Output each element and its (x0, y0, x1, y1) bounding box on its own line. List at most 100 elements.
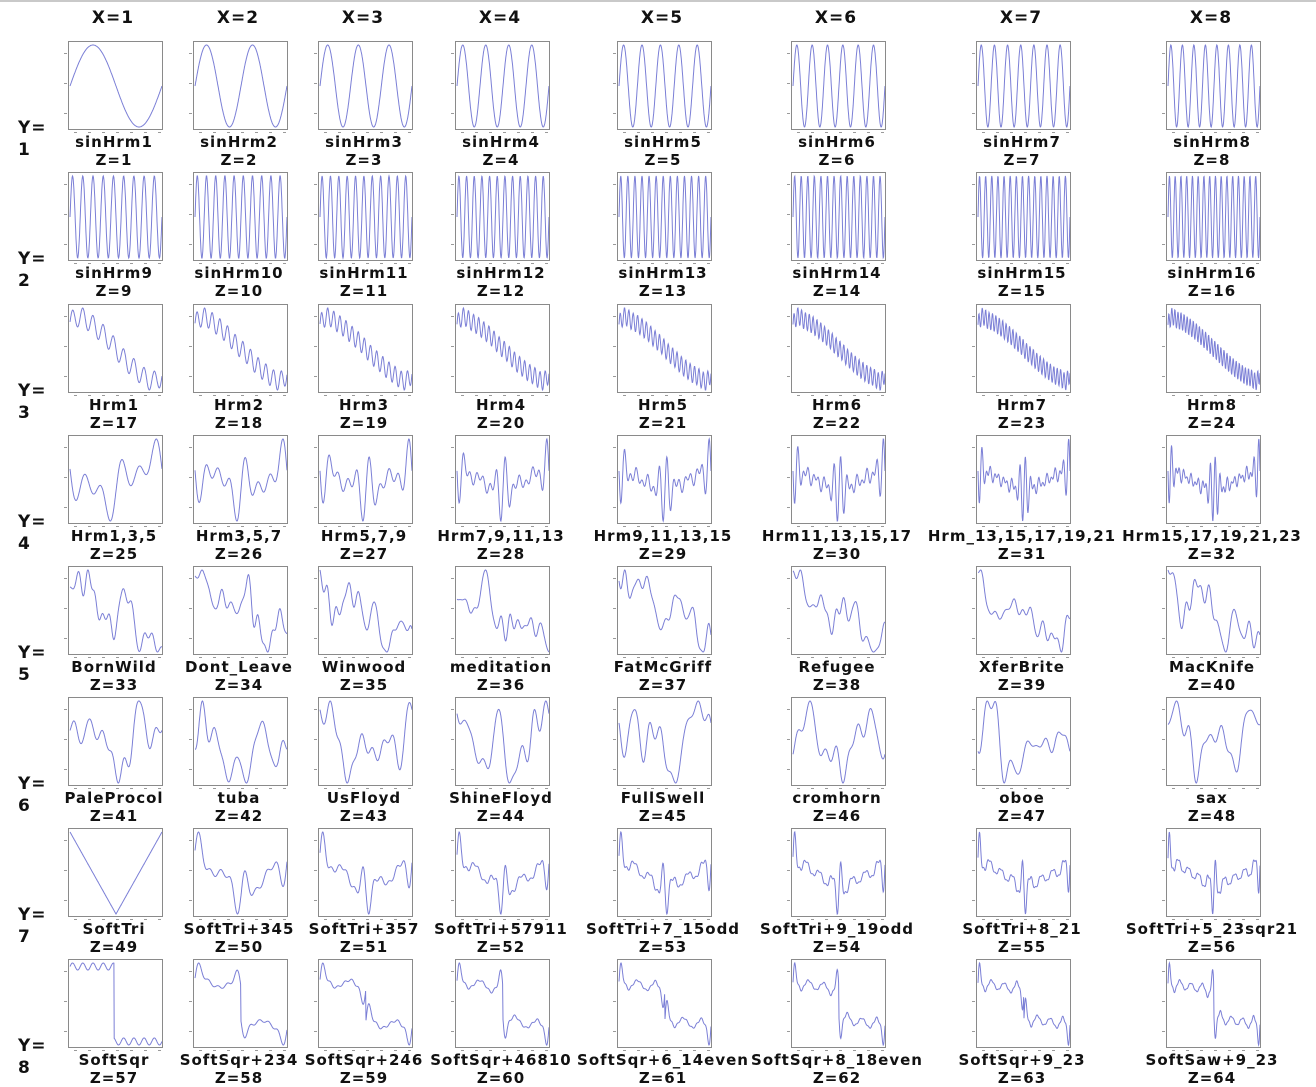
panel-z-value: Z=5 (644, 151, 682, 169)
waveform-line (618, 962, 711, 1046)
waveform-line (69, 174, 162, 260)
waveform-svg (456, 437, 549, 523)
panel-name: sinHrm4 (462, 133, 540, 151)
waveform-line (456, 962, 549, 1046)
waveform-line (194, 175, 287, 259)
panel-z-value: Z=36 (476, 676, 526, 694)
axis-tick (612, 1001, 616, 1002)
waveform-svg (456, 962, 549, 1046)
axis-tick (612, 840, 616, 841)
waveform-line (456, 831, 549, 915)
waveform-svg (69, 831, 162, 915)
waveform-svg (1167, 438, 1260, 522)
axis-tick (450, 709, 454, 710)
row-header-label: Y= (18, 118, 47, 138)
axis-tick (1161, 376, 1165, 377)
panel-name: BornWild (71, 658, 157, 676)
axis-tick (450, 971, 454, 972)
waveform-plot (616, 435, 712, 524)
panel-name: Hrm8 (1186, 396, 1238, 414)
axis-tick (63, 578, 67, 579)
axis-tick (1161, 709, 1165, 710)
axis-tick (612, 709, 616, 710)
column-header: X=2 (216, 8, 260, 28)
waveform-line (1167, 569, 1260, 653)
waveform-svg (977, 307, 1070, 391)
axis-tick (313, 578, 317, 579)
axis-tick (73, 919, 77, 920)
axis-tick (63, 477, 67, 478)
axis-tick (188, 1031, 192, 1032)
panel-name: SoftTri+345 (183, 920, 295, 938)
panel-z-value: Z=30 (812, 545, 862, 563)
panel-name: FullSwell (620, 789, 706, 807)
axis-tick (268, 788, 272, 789)
waveform-line (792, 961, 885, 1047)
waveform-line (69, 831, 162, 915)
waveform-plot (454, 435, 550, 524)
waveform-plot (1165, 172, 1261, 261)
panel-name: sinHrm14 (792, 264, 882, 282)
panel-name: tuba (217, 789, 261, 807)
row-header: Y= 3 (18, 380, 58, 424)
panel-name: Hrm7,9,11,13 (437, 527, 565, 545)
axis-tick (612, 316, 616, 317)
waveform-line (618, 307, 711, 391)
axis-tick (188, 608, 192, 609)
axis-tick (63, 244, 67, 245)
panel-name: sinHrm6 (798, 133, 876, 151)
panel-name: oboe (999, 789, 1045, 807)
axis-tick (612, 1031, 616, 1032)
waveform-plot (317, 566, 413, 655)
waveform-plot (67, 828, 163, 917)
axis-tick (786, 83, 790, 84)
panel-z-value: Z=15 (997, 282, 1047, 300)
panel-z-value: Z=17 (89, 414, 139, 432)
waveform-svg (319, 700, 412, 784)
axis-tick (612, 870, 616, 871)
waveform-plot (790, 828, 886, 917)
panel-z-value: Z=3 (345, 151, 383, 169)
axis-tick (786, 1031, 790, 1032)
axis-tick (971, 1031, 975, 1032)
axis-tick (313, 244, 317, 245)
waveform-svg (319, 438, 412, 522)
waveform-line (319, 307, 412, 391)
panel-name: SoftTri+57911 (434, 920, 568, 938)
axis-tick (313, 900, 317, 901)
waveform-svg (792, 961, 885, 1047)
panel-z-value: Z=7 (1003, 151, 1041, 169)
axis-tick (786, 638, 790, 639)
row-header-number: 6 (18, 796, 31, 816)
panel-z-value: Z=40 (1187, 676, 1237, 694)
axis-tick (188, 739, 192, 740)
panel-z-value: Z=51 (339, 938, 389, 956)
panel-z-value: Z=62 (812, 1069, 862, 1087)
waveform-line (319, 831, 412, 915)
row-header-label: Y= (18, 512, 47, 532)
row-header: Y= 4 (18, 511, 58, 555)
axis-tick (188, 1001, 192, 1002)
waveform-svg (792, 700, 885, 784)
waveform-plot (616, 172, 712, 261)
panel-z-value: Z=28 (476, 545, 526, 563)
axis-tick (313, 1031, 317, 1032)
axis-tick (971, 316, 975, 317)
axis-tick (282, 132, 286, 133)
panel-z-value: Z=25 (89, 545, 139, 563)
axis-tick (188, 477, 192, 478)
panel-z-value: Z=32 (1187, 545, 1237, 563)
panel-z-value: Z=34 (214, 676, 264, 694)
waveform-line (977, 961, 1070, 1047)
axis-tick (612, 578, 616, 579)
axis-tick (692, 395, 696, 396)
panel-z-value: Z=44 (476, 807, 526, 825)
panel-z-value: Z=9 (95, 282, 133, 300)
axis-tick (786, 113, 790, 114)
axis-tick (450, 376, 454, 377)
waveform-svg (977, 44, 1070, 128)
row-header-number: 2 (18, 271, 31, 291)
axis-tick (1161, 447, 1165, 448)
axis-tick (157, 657, 161, 658)
waveform-svg (1167, 43, 1260, 129)
